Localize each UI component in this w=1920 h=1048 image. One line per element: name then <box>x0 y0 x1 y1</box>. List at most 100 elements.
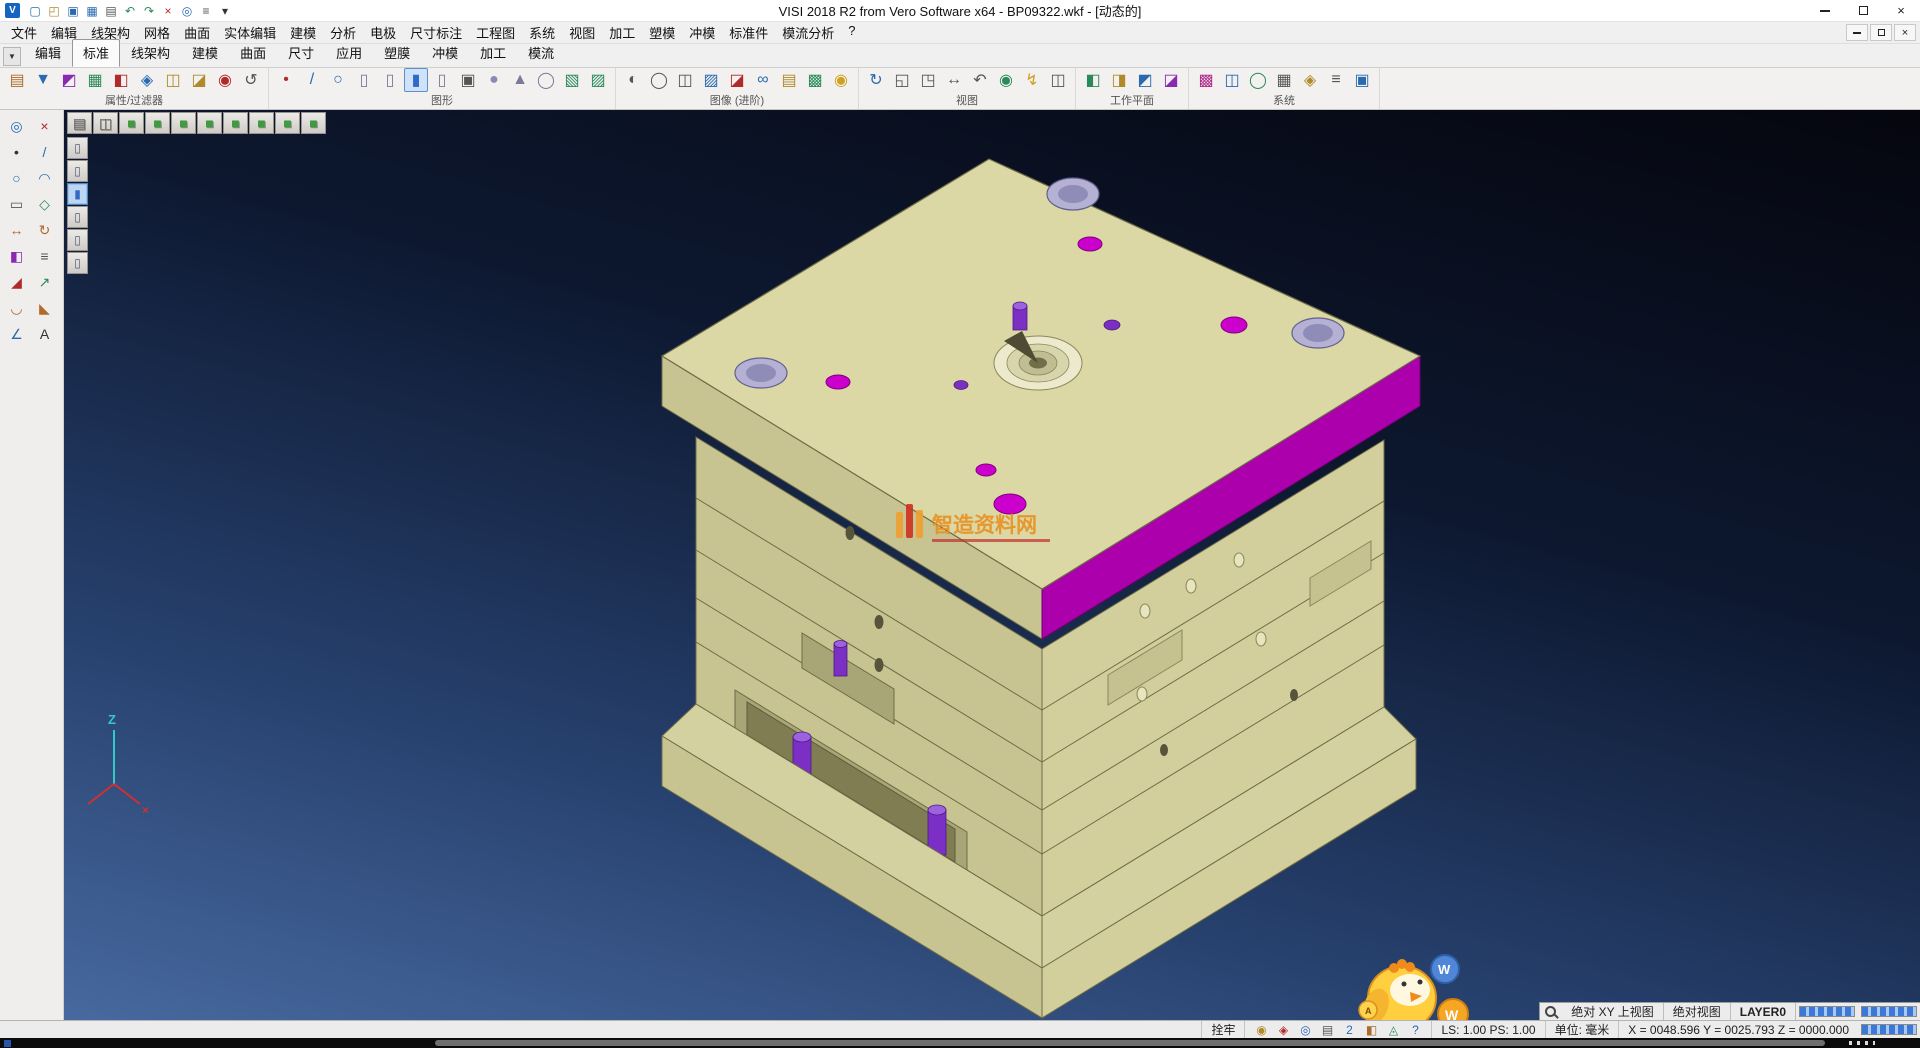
right-view-icon[interactable]: ■ <box>197 112 222 134</box>
display-settings-icon[interactable]: ◫ <box>1220 68 1244 92</box>
solid-cylinder-icon-3[interactable]: ▯ <box>430 68 454 92</box>
print-icon[interactable]: ▤ <box>102 2 120 19</box>
type-filter-icon[interactable]: ◈ <box>135 68 159 92</box>
solid-cylinder-active-icon[interactable]: ▮ <box>404 68 428 92</box>
workplane-view-icon[interactable]: ◪ <box>1159 68 1183 92</box>
copy-attributes-icon[interactable]: ◫ <box>161 68 185 92</box>
shaded-mode-icon[interactable]: ▮ <box>67 183 88 205</box>
workplane-3pt-icon[interactable]: ◩ <box>1133 68 1157 92</box>
settings-icon[interactable]: ≡ <box>197 2 215 19</box>
polygon-tool-icon[interactable]: ◇ <box>32 192 58 216</box>
close-button[interactable]: × <box>1882 0 1920 21</box>
lock-icon[interactable]: ◉ <box>1251 1022 1271 1038</box>
top-clamp-plate[interactable] <box>662 159 1420 639</box>
zoom-extents-icon[interactable]: ◳ <box>916 68 940 92</box>
tab-dropdown-button[interactable]: ▼ <box>3 47 21 66</box>
save-icon[interactable]: ▣ <box>64 2 82 19</box>
mold-body[interactable] <box>696 437 1384 916</box>
multi-view-icon[interactable]: ◫ <box>1046 68 1070 92</box>
surface-icon[interactable]: ▧ <box>560 68 584 92</box>
offset-tool-icon[interactable]: ≡ <box>32 244 58 268</box>
dynamic-mode-icon[interactable]: ▯ <box>67 252 88 274</box>
point-tool-icon[interactable]: • <box>4 140 30 164</box>
tab-模流[interactable]: 模流 <box>517 39 565 67</box>
color-table-icon[interactable]: ▩ <box>1194 68 1218 92</box>
help-status-icon[interactable]: ? <box>1405 1022 1425 1038</box>
workplane-xy-icon[interactable]: ◧ <box>1081 68 1105 92</box>
refresh-view-icon[interactable]: ↯ <box>1020 68 1044 92</box>
tab-尺寸[interactable]: 尺寸 <box>277 39 325 67</box>
bottom-view-icon[interactable]: ■ <box>275 112 300 134</box>
move-tool-icon[interactable]: ↔ <box>4 218 30 242</box>
view-orientation-label[interactable]: 绝对 XY 上视图 <box>1562 1003 1663 1020</box>
menu-item-18[interactable]: 模流分析 <box>775 21 841 44</box>
absolute-view-label[interactable]: 绝对视图 <box>1664 1003 1731 1020</box>
filter-icon[interactable]: ▼ <box>31 68 55 92</box>
open-file-icon[interactable]: ◰ <box>45 2 63 19</box>
line-tool-icon[interactable]: / <box>32 140 58 164</box>
sketch-line-icon[interactable]: / <box>300 68 324 92</box>
options-icon[interactable]: ▣ <box>1350 68 1374 92</box>
doc-close-button[interactable]: × <box>1894 24 1916 41</box>
display-list-icon[interactable]: ◫ <box>93 112 118 134</box>
menu-item-16[interactable]: 冲模 <box>682 21 722 44</box>
ucs-icon[interactable]: ◬ <box>1383 1022 1403 1038</box>
doc-restore-button[interactable] <box>1870 24 1892 41</box>
shading-icon[interactable]: ◐ <box>621 68 645 92</box>
bottom-clamp-plate[interactable] <box>662 704 1416 1018</box>
previous-view-icon[interactable]: ↶ <box>968 68 992 92</box>
menu-item-17[interactable]: 标准件 <box>722 21 775 44</box>
taskbar-app-square[interactable] <box>4 1040 11 1047</box>
wireframe-mode-icon[interactable]: ▯ <box>67 137 88 159</box>
solid-cylinder-icon-2[interactable]: ▯ <box>378 68 402 92</box>
stereo-view-icon[interactable]: ∞ <box>751 68 775 92</box>
snap-grid-icon[interactable]: ◈ <box>1298 68 1322 92</box>
top-view-icon[interactable]: ■ <box>145 112 170 134</box>
select-filter-icon[interactable]: ▤ <box>67 112 92 134</box>
qat-dropdown-icon[interactable]: ▾ <box>216 2 234 19</box>
arc-tool-icon[interactable]: ◠ <box>32 166 58 190</box>
tab-塑膜[interactable]: 塑膜 <box>373 39 421 67</box>
command-list-icon[interactable]: ≡ <box>1324 68 1348 92</box>
snap-icon[interactable]: ◈ <box>1273 1022 1293 1038</box>
front-view-icon[interactable]: ■ <box>171 112 196 134</box>
rectangle-tool-icon[interactable]: ▭ <box>4 192 30 216</box>
tab-建模[interactable]: 建模 <box>181 39 229 67</box>
tab-曲面[interactable]: 曲面 <box>229 39 277 67</box>
highlight-icon[interactable]: ◉ <box>213 68 237 92</box>
taskbar-scrollbar[interactable] <box>435 1040 1825 1046</box>
maximize-button[interactable] <box>1844 0 1882 21</box>
erase-icon[interactable]: × <box>32 114 58 138</box>
undo-icon[interactable]: ↶ <box>121 2 139 19</box>
sketch-point-icon[interactable]: • <box>274 68 298 92</box>
paste-attributes-icon[interactable]: ◪ <box>187 68 211 92</box>
zoom-indicator-icon[interactable] <box>1545 1006 1556 1017</box>
print-status-icon[interactable]: ▤ <box>1317 1022 1337 1038</box>
zoom-select-icon[interactable]: ◎ <box>4 114 30 138</box>
properties-icon[interactable]: ▤ <box>5 68 29 92</box>
workplane-auto-icon[interactable]: ◨ <box>1107 68 1131 92</box>
left-view-icon[interactable]: ■ <box>223 112 248 134</box>
menu-item-13[interactable]: 视图 <box>562 21 602 44</box>
texture-icon[interactable]: ▩ <box>803 68 827 92</box>
wireframe-view-icon[interactable]: ◯ <box>647 68 671 92</box>
mesh-icon[interactable]: ▨ <box>586 68 610 92</box>
trim-tool-icon[interactable]: ◢ <box>4 270 30 294</box>
section-view-icon[interactable]: ◪ <box>725 68 749 92</box>
pan-icon[interactable]: ↔ <box>942 68 966 92</box>
layout-2-icon[interactable]: 2 <box>1339 1022 1359 1038</box>
solid-sphere-icon[interactable]: ● <box>482 68 506 92</box>
zoom-window-icon[interactable]: ◱ <box>890 68 914 92</box>
tab-线架构[interactable]: 线架构 <box>120 39 181 67</box>
axonometric-view-icon[interactable]: ■ <box>301 112 326 134</box>
save-all-icon[interactable]: ▦ <box>83 2 101 19</box>
hidden-mode-icon[interactable]: ▯ <box>67 160 88 182</box>
menu-item-14[interactable]: 加工 <box>602 21 642 44</box>
extend-tool-icon[interactable]: ↗ <box>32 270 58 294</box>
iso-view-icon[interactable]: ■ <box>119 112 144 134</box>
tab-加工[interactable]: 加工 <box>469 39 517 67</box>
delete-icon[interactable]: × <box>159 2 177 19</box>
raster-icon[interactable]: ▦ <box>1272 68 1296 92</box>
minimize-button[interactable] <box>1806 0 1844 21</box>
transparency-icon[interactable]: ▨ <box>699 68 723 92</box>
